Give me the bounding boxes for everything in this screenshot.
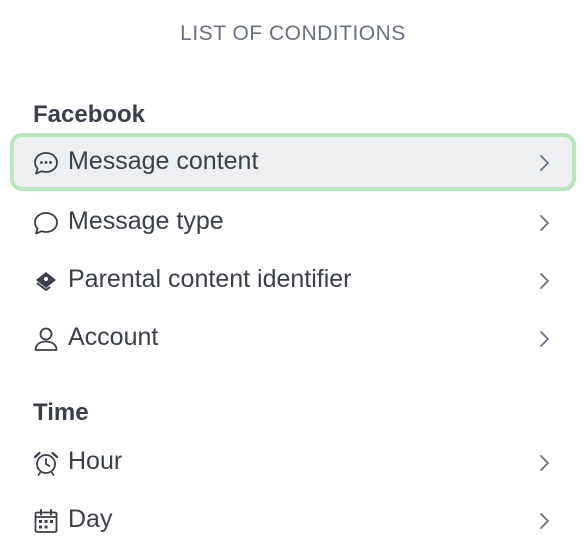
user-icon [32,325,60,353]
condition-item-hour[interactable]: Hour [10,433,576,491]
chevron-right-icon [534,153,554,173]
chevron-right-icon [534,213,554,233]
condition-item-message-content[interactable]: Message content [10,133,576,191]
calendar-icon [32,507,60,535]
chevron-right-icon [534,329,554,349]
message-bubble-icon [32,209,60,237]
condition-label: Parental content identifier [68,265,352,293]
chevron-right-icon [534,511,554,531]
chevron-right-icon [534,271,554,291]
chevron-right-icon [534,453,554,473]
condition-item-account[interactable]: Account [10,309,576,367]
condition-label: Message type [68,207,224,235]
alarm-clock-icon [32,449,60,477]
tag-icon [32,267,60,295]
section-title-time: Time [33,399,89,426]
message-content-icon [32,149,60,177]
list-title: LIST OF CONDITIONS [180,22,406,45]
condition-label: Day [68,505,113,533]
condition-label: Hour [68,447,123,475]
condition-label: Message content [68,147,259,175]
condition-item-parental-content-identifier[interactable]: Parental content identifier [10,251,576,309]
condition-item-day[interactable]: Day [10,491,576,549]
condition-label: Account [68,323,159,351]
section-title-facebook: Facebook [33,101,146,128]
condition-item-message-type[interactable]: Message type [10,193,576,251]
